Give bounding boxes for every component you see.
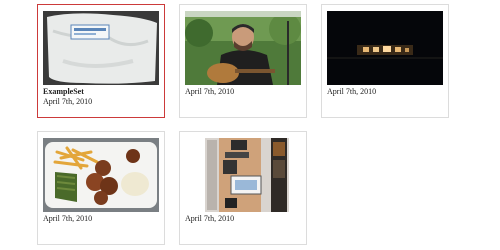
- gallery-item[interactable]: April 7th, 2010: [179, 4, 307, 118]
- guitar-player-photo[interactable]: [185, 11, 301, 85]
- night-building-photo[interactable]: [327, 11, 443, 85]
- item-date: April 7th, 2010: [327, 87, 377, 96]
- gallery-item[interactable]: April 7th, 2010: [321, 4, 449, 118]
- food-plate-photo[interactable]: [43, 138, 159, 212]
- item-title: ExampleSet: [43, 87, 84, 96]
- item-date: April 7th, 2010: [185, 87, 235, 96]
- item-date: April 7th, 2010: [43, 214, 93, 223]
- gallery-item[interactable]: ExampleSet April 7th, 2010: [37, 4, 165, 118]
- item-date: April 7th, 2010: [185, 214, 235, 223]
- plastic-bag-photo[interactable]: [43, 11, 159, 85]
- desk-electronics-photo[interactable]: [185, 138, 301, 212]
- gallery-item[interactable]: April 7th, 2010: [37, 131, 165, 245]
- item-date: April 7th, 2010: [43, 97, 93, 106]
- gallery-item[interactable]: April 7th, 2010: [179, 131, 307, 245]
